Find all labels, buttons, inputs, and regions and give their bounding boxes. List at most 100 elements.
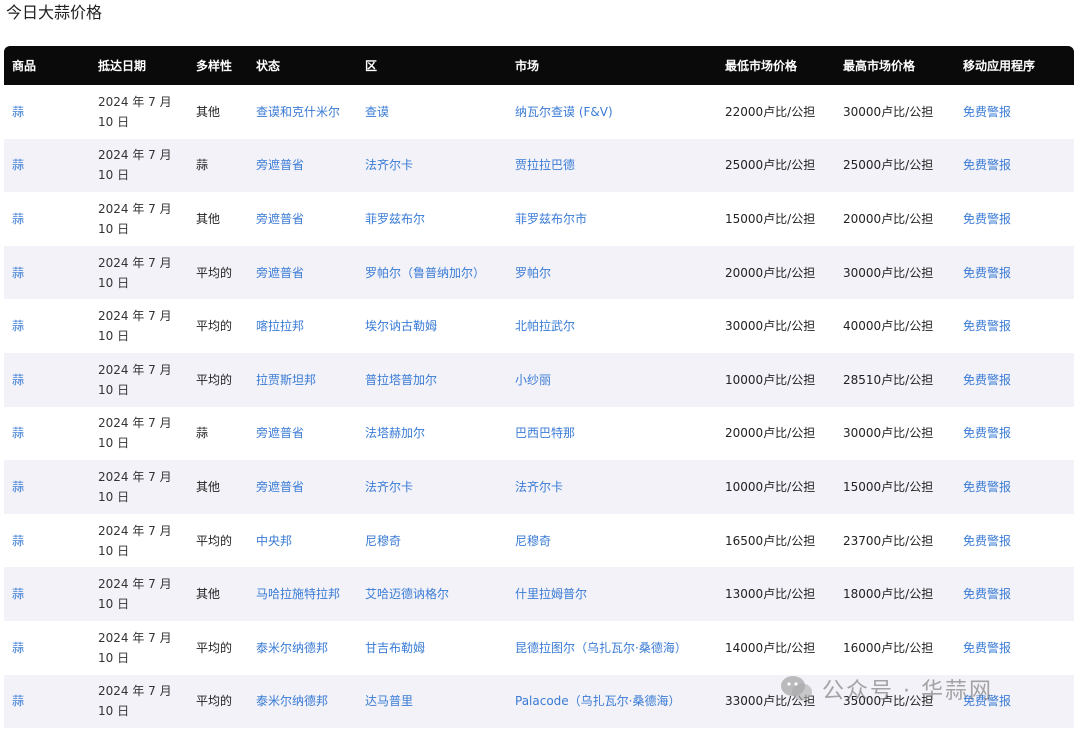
cell-free-alert-link[interactable]: 免费警报 — [955, 138, 1074, 193]
cell-date: 2024 年 7 月 10 日 — [90, 299, 188, 353]
cell-district[interactable]: 艾哈迈德讷格尔 — [357, 567, 507, 621]
wechat-icon — [780, 674, 814, 704]
cell-free-alert-link[interactable]: 免费警报 — [955, 460, 1074, 514]
cell-market[interactable]: 尼穆奇 — [507, 513, 717, 568]
cell-max-price: 25000卢比/公担 — [835, 138, 955, 193]
cell-free-alert-link[interactable]: 免费警报 — [955, 406, 1074, 461]
cell-max-price: 18000卢比/公担 — [835, 567, 955, 621]
cell-max-price: 20000卢比/公担 — [835, 192, 955, 246]
cell-free-alert-link[interactable]: 免费警报 — [955, 513, 1074, 568]
cell-free-alert-link[interactable]: 免费警报 — [955, 299, 1074, 353]
cell-state[interactable]: 马哈拉施特拉邦 — [248, 567, 357, 621]
cell-free-alert-link[interactable]: 免费警报 — [955, 620, 1074, 675]
cell-district[interactable]: 达马普里 — [357, 674, 507, 729]
cell-date: 2024 年 7 月 10 日 — [90, 192, 188, 246]
cell-state[interactable]: 旁遮普省 — [248, 460, 357, 514]
cell-state[interactable]: 旁遮普省 — [248, 192, 357, 246]
cell-state[interactable]: 泰米尔纳德邦 — [248, 674, 357, 729]
col-header-state: 状态 — [248, 46, 357, 85]
cell-market[interactable]: 菲罗兹布尔市 — [507, 192, 717, 246]
cell-date: 2024 年 7 月 10 日 — [90, 620, 188, 675]
cell-district[interactable]: 法齐尔卡 — [357, 138, 507, 193]
cell-commodity[interactable]: 蒜 — [4, 299, 90, 353]
cell-commodity[interactable]: 蒜 — [4, 352, 90, 407]
cell-state[interactable]: 查谟和克什米尔 — [248, 85, 357, 139]
cell-min-price: 16500卢比/公担 — [717, 513, 835, 568]
cell-market[interactable]: Palacode（乌扎瓦尔·桑德海） — [507, 674, 717, 729]
table-row: 蒜 2024 年 7 月 10 日其他 旁遮普省 菲罗兹布尔 菲罗兹布尔市 15000卢比… — [4, 192, 1074, 246]
cell-state[interactable]: 拉贾斯坦邦 — [248, 352, 357, 407]
col-header-date: 抵达日期 — [90, 46, 188, 85]
cell-market[interactable]: 巴西巴特那 — [507, 406, 717, 461]
cell-market[interactable]: 昆德拉图尔（乌扎瓦尔·桑德海） — [507, 620, 717, 675]
cell-date: 2024 年 7 月 10 日 — [90, 406, 188, 461]
table-body: 蒜 2024 年 7 月 10 日其他 查谟和克什米尔 查谟 纳瓦尔查谟 (F&V) 22… — [4, 85, 1074, 729]
cell-free-alert-link[interactable]: 免费警报 — [955, 192, 1074, 246]
cell-free-alert-link[interactable]: 免费警报 — [955, 567, 1074, 621]
cell-state[interactable]: 中央邦 — [248, 513, 357, 568]
cell-variety: 其他 — [188, 567, 248, 621]
cell-variety: 平均的 — [188, 674, 248, 729]
cell-state[interactable]: 泰米尔纳德邦 — [248, 620, 357, 675]
cell-market[interactable]: 纳瓦尔查谟 (F&V) — [507, 85, 717, 139]
cell-variety: 平均的 — [188, 620, 248, 675]
cell-min-price: 30000卢比/公担 — [717, 299, 835, 353]
col-header-district: 区 — [357, 46, 507, 85]
cell-free-alert-link[interactable]: 免费警报 — [955, 85, 1074, 139]
cell-district[interactable]: 法塔赫加尔 — [357, 406, 507, 461]
cell-state[interactable]: 旁遮普省 — [248, 138, 357, 193]
cell-state[interactable]: 喀拉拉邦 — [248, 299, 357, 353]
col-header-max-price: 最高市场价格 — [835, 46, 955, 85]
cell-state[interactable]: 旁遮普省 — [248, 406, 357, 461]
cell-district[interactable]: 罗帕尔（鲁普纳加尔） — [357, 245, 507, 300]
cell-commodity[interactable]: 蒜 — [4, 245, 90, 300]
cell-commodity[interactable]: 蒜 — [4, 620, 90, 675]
cell-district[interactable]: 查谟 — [357, 85, 507, 139]
price-table: 商品 抵达日期 多样性 状态 区 市场 最低市场价格 最高市场价格 移动应用程序… — [4, 46, 1074, 729]
cell-commodity[interactable]: 蒜 — [4, 192, 90, 246]
cell-district[interactable]: 埃尔讷古勒姆 — [357, 299, 507, 353]
cell-state[interactable]: 旁遮普省 — [248, 245, 357, 300]
cell-district[interactable]: 法齐尔卡 — [357, 460, 507, 514]
cell-min-price: 22000卢比/公担 — [717, 85, 835, 139]
cell-variety: 其他 — [188, 85, 248, 139]
cell-district[interactable]: 尼穆奇 — [357, 513, 507, 568]
cell-commodity[interactable]: 蒜 — [4, 85, 90, 139]
col-header-variety: 多样性 — [188, 46, 248, 85]
table-row: 蒜 2024 年 7 月 10 日平均的 旁遮普省 罗帕尔（鲁普纳加尔） 罗帕尔 2000… — [4, 245, 1074, 300]
cell-market[interactable]: 北帕拉武尔 — [507, 299, 717, 353]
cell-market[interactable]: 罗帕尔 — [507, 245, 717, 300]
col-header-min-price: 最低市场价格 — [717, 46, 835, 85]
table-row: 蒜 2024 年 7 月 10 日蒜旁遮普省 法塔赫加尔 巴西巴特那 20000卢比/公… — [4, 406, 1074, 461]
cell-min-price: 25000卢比/公担 — [717, 138, 835, 193]
cell-min-price: 20000卢比/公担 — [717, 245, 835, 300]
cell-commodity[interactable]: 蒜 — [4, 406, 90, 461]
cell-district[interactable]: 普拉塔普加尔 — [357, 352, 507, 407]
cell-max-price: 23700卢比/公担 — [835, 513, 955, 568]
cell-market[interactable]: 贾拉拉巴德 — [507, 138, 717, 193]
cell-max-price: 40000卢比/公担 — [835, 299, 955, 353]
cell-commodity[interactable]: 蒜 — [4, 460, 90, 514]
cell-date: 2024 年 7 月 10 日 — [90, 674, 188, 729]
cell-market[interactable]: 小纱丽 — [507, 352, 717, 407]
cell-commodity[interactable]: 蒜 — [4, 567, 90, 621]
cell-market[interactable]: 法齐尔卡 — [507, 460, 717, 514]
cell-market[interactable]: 什里拉姆普尔 — [507, 567, 717, 621]
cell-commodity[interactable]: 蒜 — [4, 138, 90, 193]
cell-variety: 蒜 — [188, 138, 248, 193]
cell-district[interactable]: 菲罗兹布尔 — [357, 192, 507, 246]
watermark: 公众号 · 华蒜网 — [780, 672, 993, 706]
cell-min-price: 15000卢比/公担 — [717, 192, 835, 246]
page-title: 今日大蒜价格 — [6, 3, 103, 22]
cell-max-price: 16000卢比/公担 — [835, 620, 955, 675]
cell-date: 2024 年 7 月 10 日 — [90, 245, 188, 300]
cell-variety: 其他 — [188, 192, 248, 246]
cell-district[interactable]: 甘吉布勒姆 — [357, 620, 507, 675]
cell-free-alert-link[interactable]: 免费警报 — [955, 352, 1074, 407]
col-header-market: 市场 — [507, 46, 717, 85]
cell-max-price: 15000卢比/公担 — [835, 460, 955, 514]
cell-commodity[interactable]: 蒜 — [4, 674, 90, 729]
cell-variety: 平均的 — [188, 299, 248, 353]
cell-commodity[interactable]: 蒜 — [4, 513, 90, 568]
cell-free-alert-link[interactable]: 免费警报 — [955, 245, 1074, 300]
